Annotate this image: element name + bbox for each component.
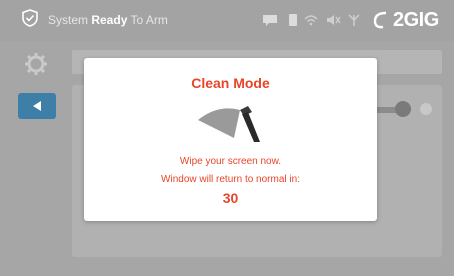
shield-check-icon[interactable] — [22, 9, 38, 32]
wifi-icon[interactable] — [304, 13, 318, 31]
phone-icon[interactable] — [288, 13, 298, 32]
back-arrow-icon — [33, 101, 41, 111]
antenna-icon[interactable] — [348, 13, 360, 32]
back-button[interactable] — [18, 93, 56, 119]
dialog-title: Clean Mode — [191, 75, 270, 91]
speaker-icon[interactable] — [326, 13, 342, 31]
header-bar: System Ready To Arm 2GIG — [0, 0, 454, 41]
status-prefix: System — [48, 13, 92, 27]
return-notice-text: Window will return to normal in: — [161, 174, 300, 185]
status-bold: Ready — [91, 13, 128, 27]
toggle-end — [420, 103, 432, 115]
instruction-text: Wipe your screen now. — [179, 156, 282, 167]
wiper-icon — [196, 102, 266, 151]
brand-name: 2GIG — [393, 8, 439, 31]
gear-icon[interactable] — [24, 52, 48, 81]
system-status: System Ready To Arm — [48, 13, 168, 27]
message-icon[interactable] — [262, 13, 278, 31]
toggle-knob[interactable] — [395, 101, 411, 117]
clean-mode-dialog: Clean Mode Wipe your screen now. Window … — [84, 58, 377, 221]
brand-swirl-icon — [373, 11, 387, 29]
brand-logo: 2GIG — [372, 8, 439, 32]
countdown-timer: 30 — [222, 190, 239, 206]
status-suffix: To Arm — [127, 13, 168, 27]
